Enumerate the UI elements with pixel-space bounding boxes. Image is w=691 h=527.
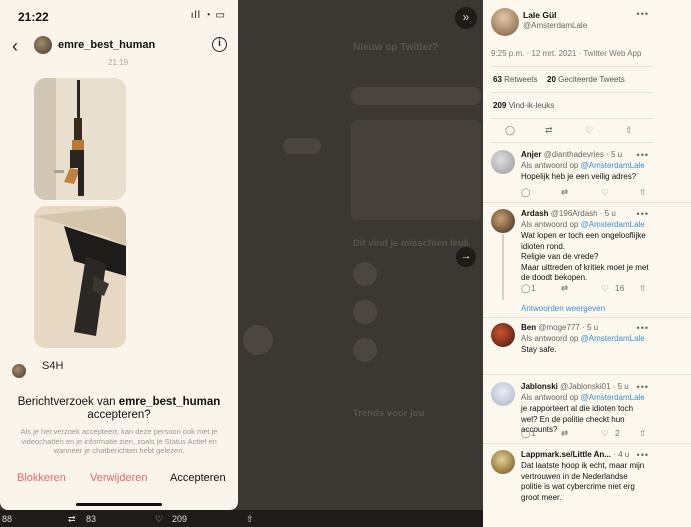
author-handle[interactable]: @AmsterdamLale bbox=[523, 21, 587, 30]
tweet-panel: Lale Gül @AmsterdamLale ••• 9:25 p.m. · … bbox=[483, 0, 691, 527]
heart-icon: ♡ bbox=[155, 514, 164, 524]
reply-icon[interactable]: ◯ bbox=[521, 283, 531, 294]
rifle-photo[interactable] bbox=[34, 78, 126, 200]
more-icon[interactable]: ••• bbox=[637, 150, 649, 160]
reply-actions: ◯ 1 ⇄ ♡ 2 ⇧ bbox=[521, 428, 647, 439]
share-icon: ⇧ bbox=[246, 514, 254, 524]
reply-icon[interactable]: ◯ bbox=[521, 187, 531, 198]
reply-avatar[interactable] bbox=[491, 382, 515, 406]
like-icon[interactable]: ♡ bbox=[601, 187, 609, 198]
show-replies-link[interactable]: Antwoorden weergeven bbox=[521, 304, 605, 313]
bg-suggestions: Dit vind je misschien leuk bbox=[353, 238, 470, 249]
share-icon[interactable]: ⇧ bbox=[625, 125, 633, 136]
phone-screenshot: 21:22 ıll ◔ ▭ ‹ emre_best_human i 21:19 bbox=[0, 0, 238, 510]
bg-new-on-twitter: Nieuw op Twitter? bbox=[353, 42, 439, 53]
retweet-icon[interactable]: ⇄ bbox=[561, 428, 568, 439]
status-time: 21:22 bbox=[18, 10, 49, 24]
reply-avatar[interactable] bbox=[491, 150, 515, 174]
home-indicator bbox=[76, 503, 162, 506]
delete-button[interactable]: Verwijderen bbox=[90, 472, 147, 484]
author-name[interactable]: Lale Gül bbox=[523, 10, 557, 20]
more-icon[interactable]: ••• bbox=[637, 9, 649, 19]
retweet-icon: ⇄ bbox=[68, 514, 76, 524]
message-text: S4H bbox=[42, 360, 64, 372]
author-avatar[interactable] bbox=[491, 8, 519, 36]
info-icon[interactable]: i bbox=[212, 37, 227, 52]
pistol-photo[interactable] bbox=[34, 206, 126, 348]
block-button[interactable]: Blokkeren bbox=[17, 472, 66, 484]
request-description: Als je het verzoek accepteert, kan deze … bbox=[20, 427, 218, 455]
reply-avatar[interactable] bbox=[491, 323, 515, 347]
more-icon[interactable]: ••• bbox=[637, 323, 649, 333]
like-icon[interactable]: ♡ bbox=[601, 428, 609, 439]
quotes-stat[interactable]: 20 Geciteerde Tweets bbox=[547, 75, 625, 84]
like-icon[interactable]: ♡ bbox=[601, 283, 609, 294]
reply-avatar[interactable] bbox=[491, 450, 515, 474]
tweet-meta: 9:25 p.m. · 12 mrt. 2021 · Twitter Web A… bbox=[491, 49, 642, 58]
reply-actions: ◯ ⇄ ♡ ⇧ bbox=[521, 187, 651, 197]
request-title: Berichtverzoek van emre_best_human accep… bbox=[17, 396, 221, 421]
status-icons: ıll ◔ ▭ bbox=[190, 10, 226, 21]
background-middle-column: Nieuw op Twitter? Dit vind je misschien … bbox=[238, 0, 483, 527]
retweet-icon[interactable]: ⇄ bbox=[545, 125, 553, 136]
collapse-chevron-button[interactable]: » bbox=[455, 7, 477, 29]
back-arrow-icon[interactable]: ‹ bbox=[12, 36, 18, 57]
accept-button[interactable]: Accepteren bbox=[170, 472, 226, 484]
reply-icon[interactable]: ◯ bbox=[505, 125, 515, 136]
share-icon[interactable]: ⇧ bbox=[639, 283, 646, 294]
likes-stat[interactable]: 209 Vind-ik-leuks bbox=[493, 101, 554, 110]
sender-avatar bbox=[12, 364, 26, 378]
like-icon[interactable]: ♡ bbox=[585, 125, 593, 136]
retweet-icon[interactable]: ⇄ bbox=[561, 187, 568, 198]
reply-icon[interactable]: ◯ bbox=[521, 428, 531, 439]
retweets-stat[interactable]: 63 Retweets bbox=[493, 75, 538, 84]
message-timestamp: 21:19 bbox=[108, 58, 129, 67]
next-arrow-button[interactable]: → bbox=[456, 247, 476, 267]
background-bottom-bar: 88 ⇄ 83 ♡ 209 ⇧ bbox=[0, 510, 483, 527]
chat-username[interactable]: emre_best_human bbox=[58, 39, 155, 51]
tweet-actions: ◯ ⇄ ♡ ⇧ bbox=[483, 125, 691, 137]
more-icon[interactable]: ••• bbox=[637, 209, 649, 219]
avatar[interactable] bbox=[34, 36, 52, 54]
reply-actions: ◯ 1 ⇄ ♡ 16 ⇧ bbox=[521, 283, 647, 294]
more-icon[interactable]: ••• bbox=[637, 382, 649, 392]
retweet-icon[interactable]: ⇄ bbox=[561, 283, 568, 294]
share-icon[interactable]: ⇧ bbox=[639, 428, 646, 439]
bg-trends: Trends voor jou bbox=[353, 408, 425, 419]
share-icon[interactable]: ⇧ bbox=[639, 187, 646, 198]
more-icon[interactable]: ••• bbox=[637, 450, 649, 460]
reply-avatar[interactable] bbox=[491, 209, 515, 233]
